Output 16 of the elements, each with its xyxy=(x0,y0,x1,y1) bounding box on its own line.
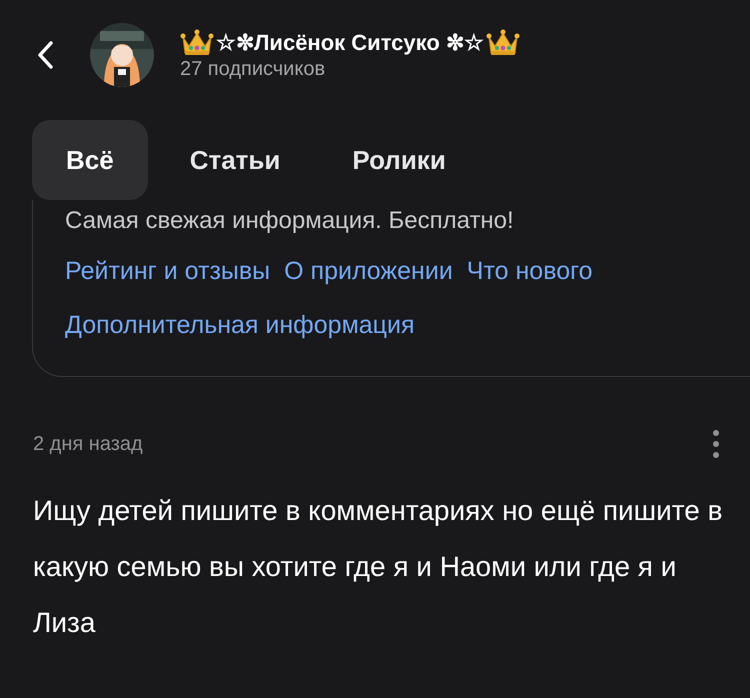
crown-icon xyxy=(486,29,520,57)
tagline: Самая свежая информация. Бесплатно! xyxy=(65,206,515,236)
tab[interactable]: Статьи xyxy=(160,120,310,200)
channel-title: ☆✼Лисёнок Ситсуко ✼☆ xyxy=(216,29,484,57)
post-text: Ищу детей пишите в комментариях но ещё пишите в какую семью вы хотите где я и Наоми или где я и Лиза xyxy=(32,494,724,640)
more-icon[interactable] xyxy=(712,429,720,459)
subscriber-count: 27 подписчиков xyxy=(180,57,326,81)
tab[interactable]: Ролики xyxy=(322,120,476,200)
link[interactable]: Что нового xyxy=(466,254,593,288)
link[interactable]: О приложении xyxy=(284,254,453,288)
post-time: 2 дня назад xyxy=(33,432,143,457)
tab[interactable]: Всё xyxy=(32,120,148,200)
back-icon[interactable] xyxy=(36,40,54,70)
link[interactable]: Дополнительная информация xyxy=(65,308,414,342)
crown-icon xyxy=(180,29,214,57)
link[interactable]: Рейтинг и отзывы xyxy=(65,254,270,288)
